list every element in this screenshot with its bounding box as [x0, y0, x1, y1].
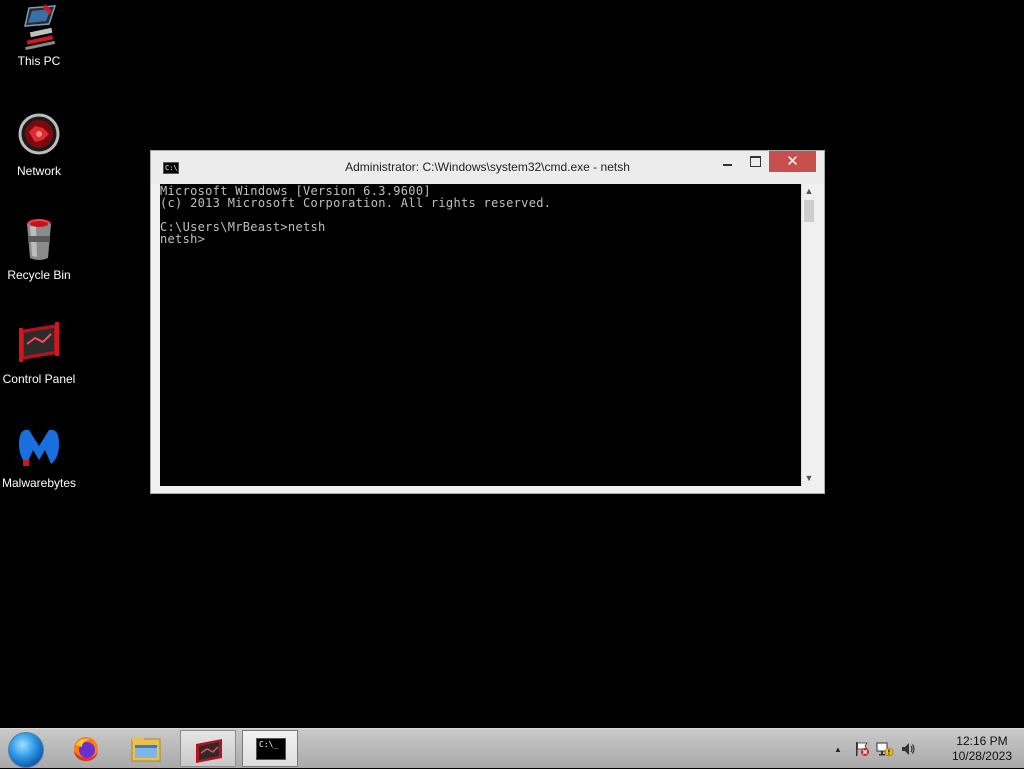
desktop-icon-label: This PC [17, 54, 61, 68]
clock-date: 10/28/2023 [951, 749, 1012, 763]
taskbar: C:\_ ▲ 12:16 PM 10/28/2023 [0, 728, 1024, 768]
desktop-icon-control-panel[interactable]: Control Panel [0, 320, 78, 386]
close-icon: ✕ [786, 153, 799, 170]
scroll-up-arrow[interactable]: ▲ [802, 184, 816, 199]
system-tray: ▲ 12:16 PM 10/28/2023 [834, 729, 1024, 769]
console-prompt[interactable]: netsh> [160, 233, 801, 245]
taskbar-firefox[interactable] [58, 730, 114, 767]
title-bar[interactable]: C:\ Administrator: C:\Windows\system32\c… [151, 151, 824, 184]
maximize-button[interactable] [742, 151, 769, 172]
malwarebytes-icon [19, 429, 59, 466]
network-icon [18, 113, 60, 155]
vertical-scrollbar[interactable]: ▲ ▼ [801, 184, 816, 486]
volume-icon[interactable] [900, 741, 916, 757]
desktop-icon-label: Recycle Bin [7, 268, 71, 282]
console-output[interactable]: Microsoft Windows [Version 6.3.9600] (c) … [160, 184, 801, 486]
desktop-icon-malwarebytes[interactable]: Malwarebytes [0, 424, 78, 490]
cmd-icon: C:\_ [256, 738, 286, 760]
desktop-icon-label: Control Panel [2, 372, 76, 386]
desktop-icon-this-pc[interactable]: This PC [0, 2, 78, 68]
desktop-icon-network[interactable]: Network [0, 112, 78, 178]
network-status-icon[interactable] [876, 741, 894, 757]
this-pc-icon [24, 4, 57, 50]
taskbar-control-panel[interactable] [180, 730, 236, 767]
folder-icon [131, 737, 161, 762]
desktop-icon-recycle-bin[interactable]: Recycle Bin [0, 216, 78, 282]
close-button[interactable]: ✕ [769, 151, 816, 172]
console-line: (c) 2013 Microsoft Corporation. All righ… [160, 196, 552, 210]
control-panel-icon [196, 739, 222, 763]
control-panel-icon [19, 322, 59, 362]
scroll-down-arrow[interactable]: ▼ [802, 471, 816, 486]
action-center-flag-icon[interactable] [854, 741, 870, 757]
scroll-thumb[interactable] [804, 200, 814, 222]
desktop-icon-label: Network [16, 164, 61, 178]
start-button[interactable] [8, 732, 44, 768]
desktop: This PC Network Recycle Bin Control Pane… [0, 0, 1024, 728]
recycle-bin-icon [27, 219, 51, 260]
show-hidden-icons-chevron-icon[interactable]: ▲ [834, 745, 842, 754]
clock-time: 12:16 PM [956, 734, 1008, 748]
clock[interactable]: 12:16 PM 10/28/2023 [952, 734, 1012, 764]
desktop-icon-label: Malwarebytes [1, 476, 77, 490]
cmd-window[interactable]: C:\ Administrator: C:\Windows\system32\c… [150, 150, 825, 494]
taskbar-command-prompt[interactable]: C:\_ [242, 730, 298, 767]
firefox-icon [74, 737, 98, 761]
taskbar-file-explorer[interactable] [118, 730, 174, 767]
minimize-button[interactable] [714, 151, 741, 172]
console-line: C:\Users\MrBeast>netsh [160, 220, 326, 234]
